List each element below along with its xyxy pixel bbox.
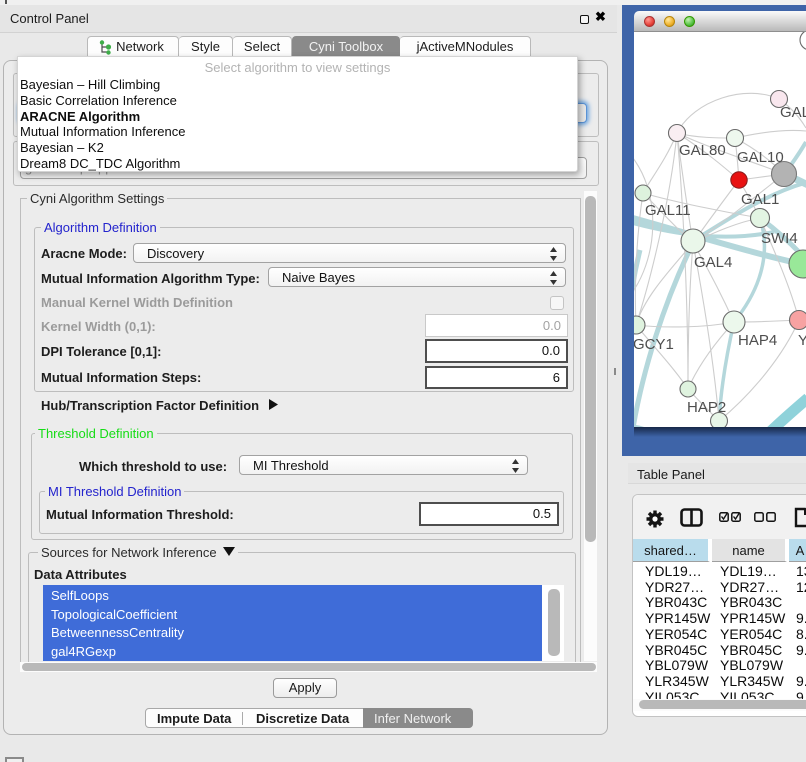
svg-text:GCY1: GCY1 xyxy=(634,336,674,353)
svg-text:GAL1: GAL1 xyxy=(741,191,779,208)
svg-text:SWI4: SWI4 xyxy=(761,230,798,247)
svg-text:GAL10: GAL10 xyxy=(737,149,784,166)
svg-text:GAL80: GAL80 xyxy=(679,142,726,159)
svg-text:GAL4: GAL4 xyxy=(694,254,732,271)
svg-text:GAL: GAL xyxy=(780,104,806,121)
svg-text:HAP2: HAP2 xyxy=(687,399,726,416)
svg-text:HAP4: HAP4 xyxy=(738,332,777,349)
svg-text:Y: Y xyxy=(798,332,806,349)
svg-text:GAL11: GAL11 xyxy=(645,202,691,219)
